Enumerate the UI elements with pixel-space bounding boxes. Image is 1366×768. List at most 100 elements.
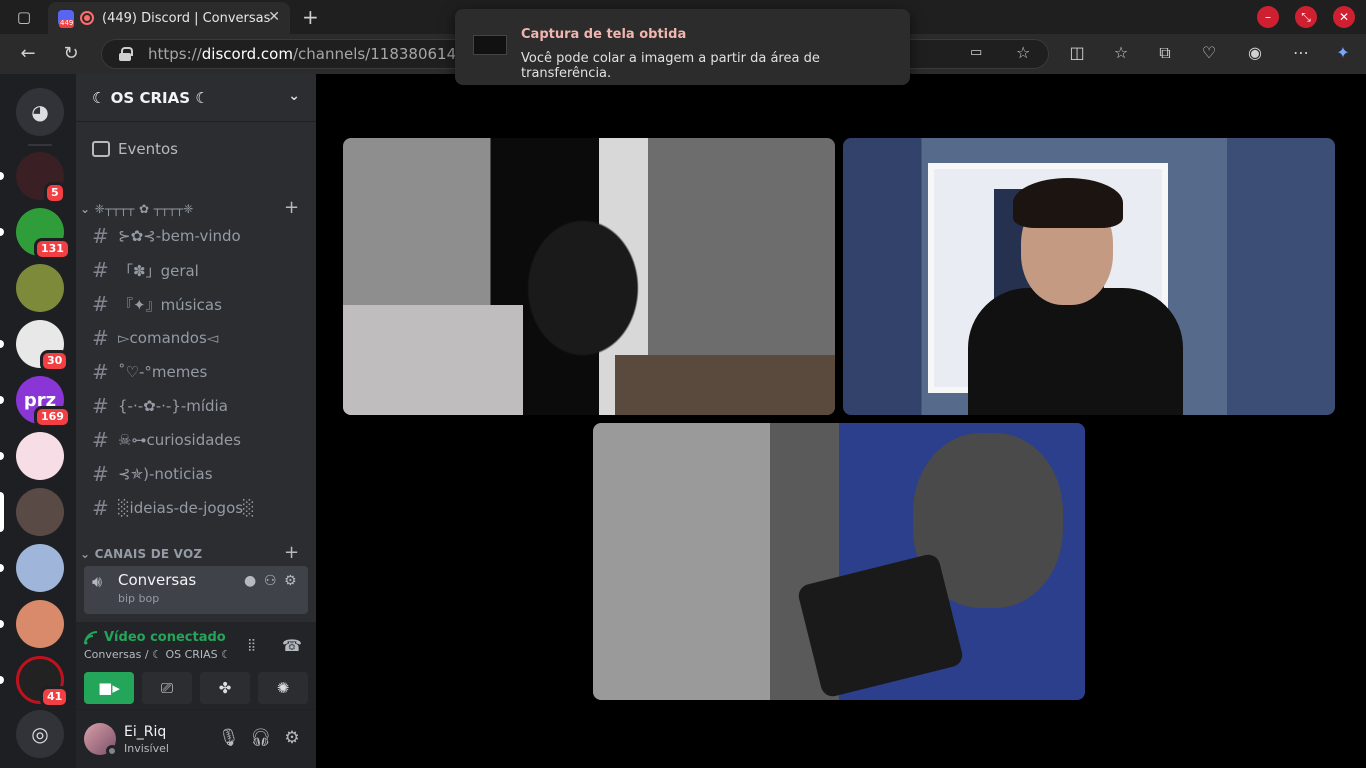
restore-icon[interactable]: ⤡ (1295, 6, 1317, 28)
reload-icon[interactable]: ↻ (60, 43, 82, 64)
channel-item[interactable]: # ⊱✿⊰-bem-vindo (84, 220, 308, 252)
category-header[interactable]: ⌄ ❈┬┬┬┬ ✿ ┬┬┬┬❈ + (80, 197, 299, 218)
copilot-icon[interactable]: ✦ (1332, 43, 1354, 62)
events-item[interactable]: Eventos (92, 140, 178, 158)
tab-actions-icon[interactable]: ▢ (13, 6, 35, 28)
user-settings-icon[interactable]: ⚙ (282, 728, 302, 748)
video-feed (796, 552, 965, 699)
voice-channel-item[interactable]: 🔊︎ Conversas bip bop ● ⚇ ⚙ (84, 566, 308, 614)
disconnect-icon[interactable]: ☎ (282, 636, 302, 655)
channel-label: ☠⊶curiosidades (118, 431, 241, 449)
microphone-icon[interactable]: 🎙︎ (218, 728, 240, 748)
camera-icon[interactable]: ▭ (970, 45, 982, 60)
video-camera-icon: ■▸ (98, 679, 120, 697)
voice-connection-panel: Vídeo conectado Conversas / ☾ OS CRIAS ☾… (76, 622, 316, 710)
server-icon[interactable] (16, 432, 64, 480)
channel-label: ˚♡-°memes (118, 363, 208, 381)
favorite-star-icon[interactable]: ☆ (1016, 43, 1030, 62)
hash-icon: # (92, 360, 109, 384)
channel-item[interactable]: # 「✽」geral (84, 254, 308, 286)
invite-icon[interactable]: ⚇ (264, 573, 277, 589)
channel-item[interactable]: # ˚♡-°memes (84, 356, 308, 388)
back-icon[interactable]: ← (17, 43, 39, 64)
channel-item[interactable]: # ⊰✯)-noticias (84, 458, 308, 490)
discord-home-icon[interactable]: ◕ (16, 88, 64, 136)
channel-item[interactable]: # ▻comandos◅ (84, 322, 308, 354)
video-tile[interactable] (843, 138, 1335, 415)
channel-item[interactable]: # 『✦』músicas (84, 288, 308, 320)
settings-gear-icon[interactable]: ⚙ (284, 573, 297, 589)
channel-label: ⊰✯)-noticias (118, 465, 213, 483)
unread-pill (0, 676, 4, 684)
browser-essentials-icon[interactable]: ♡ (1198, 43, 1220, 62)
camera-toggle-button[interactable]: ■▸ (84, 672, 134, 704)
toast-body: Você pode colar a imagem a partir da áre… (521, 51, 820, 81)
screen-share-button[interactable]: ⎚ (142, 672, 192, 704)
soundboard-button[interactable]: ✺ (258, 672, 308, 704)
video-call-stage (316, 74, 1366, 768)
server-icon[interactable] (16, 488, 64, 536)
discord-favicon-icon: 449 (58, 10, 75, 28)
hash-icon: # (92, 258, 109, 282)
soundboard-icon: ✺ (276, 679, 290, 697)
server-icon[interactable] (16, 264, 64, 312)
username[interactable]: Ei_Riq (124, 724, 166, 740)
url-path: /channels/11838061413 (292, 45, 476, 63)
channel-item[interactable]: # ░ideias-de-jogos░ (84, 492, 308, 524)
split-screen-icon[interactable]: ◫ (1066, 43, 1088, 62)
divider (28, 144, 52, 146)
profile-icon[interactable]: ◉ (1244, 43, 1266, 62)
screenshot-notification[interactable]: Captura de tela obtida Você pode colar a… (455, 9, 910, 85)
hash-icon: # (92, 292, 109, 316)
collections-icon[interactable]: ⧉ (1154, 43, 1176, 63)
chat-icon[interactable]: ● (244, 573, 256, 589)
create-channel-icon[interactable]: + (284, 542, 299, 563)
explore-icon[interactable]: ◎ (16, 710, 64, 758)
video-tile[interactable] (343, 138, 835, 415)
new-tab-icon[interactable]: + (302, 5, 319, 29)
channel-item[interactable]: # ☠⊶curiosidades (84, 424, 308, 456)
connection-status-label: Vídeo conectado (104, 630, 226, 645)
tab-close-icon[interactable]: ✕ (268, 9, 280, 25)
chevron-down-icon: ⌄ (80, 547, 95, 561)
chevron-down-icon: ⌄ (288, 88, 300, 104)
channel-label: ░ideias-de-jogos░ (118, 499, 255, 517)
voice-category-header[interactable]: ⌄ CANAIS DE VOZ + (80, 542, 299, 563)
close-window-icon[interactable]: ✕ (1333, 6, 1355, 28)
url-prefix: https:// (148, 45, 202, 63)
voice-channel-name: Conversas (118, 571, 197, 589)
server-list: ◕ 5 131 30 prz 169 41 ◎ (0, 74, 76, 768)
toast-title: Captura de tela obtida (521, 27, 687, 42)
create-channel-icon[interactable]: + (284, 197, 299, 218)
user-panel: Ei_Riq Invisível 🎙︎ 🎧︎ ⚙ (76, 710, 316, 768)
user-status: Invisível (124, 742, 169, 755)
mention-badge: 131 (34, 238, 71, 260)
favorites-icon[interactable]: ☆ (1110, 43, 1132, 62)
headphones-icon[interactable]: 🎧︎ (250, 728, 272, 748)
activities-button[interactable]: ✤ (200, 672, 250, 704)
mention-badge: 169 (34, 406, 71, 428)
video-tile[interactable] (593, 423, 1085, 700)
hash-icon: # (92, 224, 109, 248)
category-label: CANAIS DE VOZ (94, 547, 203, 561)
unread-pill (0, 620, 4, 628)
events-label: Eventos (118, 140, 178, 158)
calendar-icon (92, 141, 110, 157)
video-feed (615, 355, 835, 415)
channel-label: 「✽」geral (118, 261, 199, 280)
server-header[interactable]: ☾ OS CRIAS ☾ ⌄ (76, 74, 316, 122)
browser-tab-discord[interactable]: 449 (449) Discord | Conversas ✕ (48, 2, 290, 34)
channel-label: ▻comandos◅ (118, 329, 219, 347)
minimize-icon[interactable]: – (1257, 6, 1279, 28)
noise-suppression-icon[interactable]: ⦙⦙ (248, 636, 255, 656)
signal-icon (84, 630, 98, 644)
unread-pill (0, 340, 4, 348)
channel-item[interactable]: # {-·-✿-·-}-mídia (84, 390, 308, 422)
hash-icon: # (92, 428, 109, 452)
more-menu-icon[interactable]: ⋯ (1290, 43, 1312, 62)
tab-title: (449) Discord | Conversas (102, 10, 271, 26)
server-icon[interactable] (16, 600, 64, 648)
server-icon[interactable] (16, 544, 64, 592)
mention-badge: 30 (40, 350, 70, 372)
connection-location[interactable]: Conversas / ☾ OS CRIAS ☾ (84, 648, 231, 661)
